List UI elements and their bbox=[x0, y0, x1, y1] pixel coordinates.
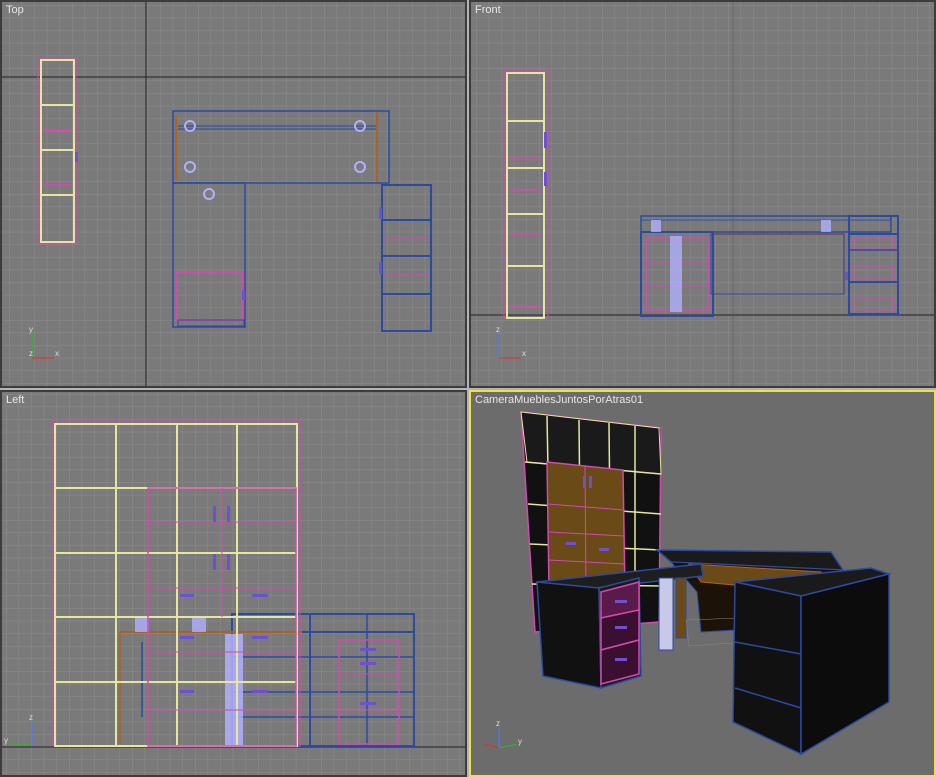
viewport-label-camera[interactable]: CameraMueblesJuntosPorAtras01 bbox=[475, 394, 643, 406]
axis-label-y: y bbox=[4, 736, 8, 745]
front-view-canvas[interactable]: z x bbox=[471, 2, 934, 386]
left-view-canvas[interactable]: z y bbox=[2, 392, 465, 775]
axis-label-z: z bbox=[29, 713, 33, 722]
viewport-camera[interactable]: CameraMueblesJuntosPorAtras01 z y bbox=[469, 390, 936, 777]
axis-label-z: z bbox=[496, 719, 500, 728]
viewport-top[interactable]: Top y z x bbox=[0, 0, 467, 388]
viewport-front[interactable]: Front z x bbox=[469, 0, 936, 388]
viewport-label-left[interactable]: Left bbox=[6, 394, 24, 406]
grid bbox=[471, 2, 934, 386]
axis-label-z: z bbox=[29, 349, 33, 358]
viewport-left[interactable]: Left z y bbox=[0, 390, 467, 777]
camera-view-canvas[interactable]: z y bbox=[471, 392, 934, 775]
axis-label-z: z bbox=[496, 325, 500, 334]
top-view-canvas[interactable]: y z x bbox=[2, 2, 465, 386]
viewport-label-front[interactable]: Front bbox=[475, 4, 501, 16]
axis-label-y: y bbox=[29, 325, 33, 334]
desk-pedestal-3d[interactable] bbox=[536, 577, 642, 690]
axis-label-x: x bbox=[522, 349, 526, 358]
viewport-label-top[interactable]: Top bbox=[6, 4, 24, 16]
axis-label-x: x bbox=[55, 349, 59, 358]
axis-label-y: y bbox=[518, 737, 522, 746]
